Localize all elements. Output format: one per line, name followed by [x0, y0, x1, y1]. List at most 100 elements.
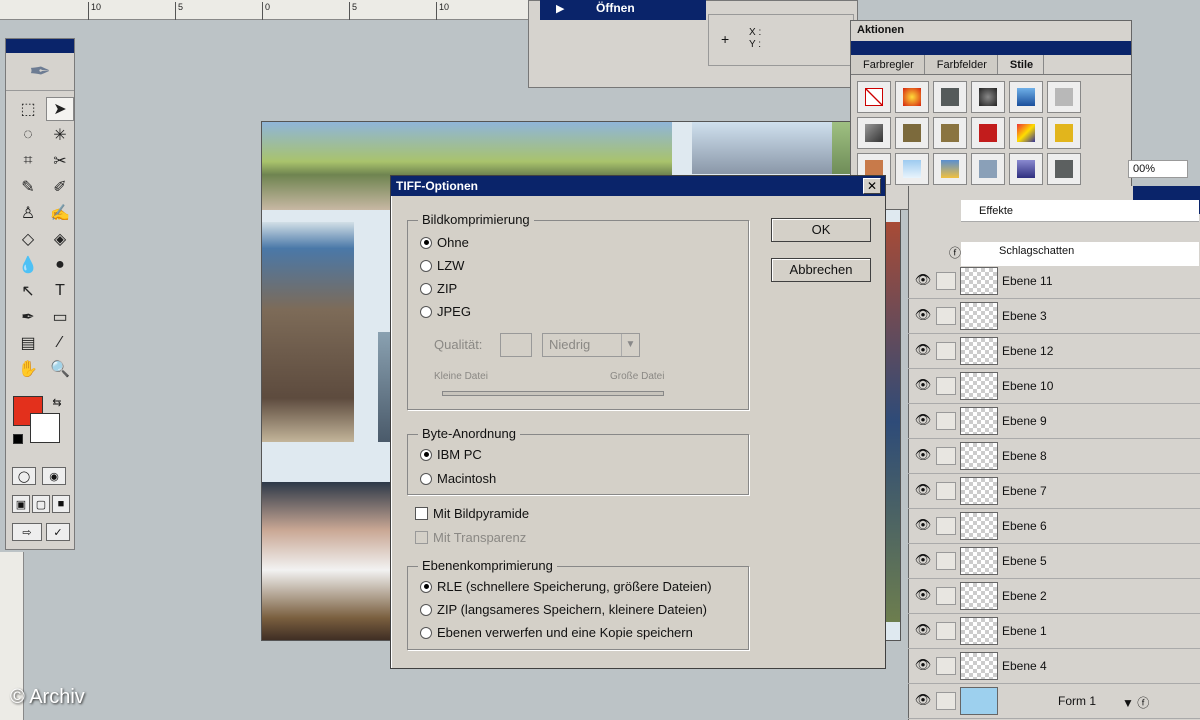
link-toggle[interactable]: [936, 307, 956, 325]
move-tool-icon[interactable]: ➤: [46, 97, 74, 121]
edit-in-imageready-button[interactable]: ✓: [46, 523, 70, 541]
swap-colors-icon[interactable]: ⇆: [50, 395, 64, 409]
eye-icon[interactable]: 👁: [912, 517, 934, 535]
brush-tool-icon[interactable]: ✐: [46, 175, 74, 199]
eye-icon[interactable]: 👁: [912, 377, 934, 395]
layer-row[interactable]: 👁 Ebene 9: [908, 404, 1200, 439]
history-brush-tool-icon[interactable]: ✍: [46, 201, 74, 225]
style-swatch[interactable]: [895, 81, 929, 113]
eye-icon[interactable]: 👁: [912, 622, 934, 640]
style-swatch[interactable]: [1047, 153, 1081, 185]
background-color-swatch[interactable]: [30, 413, 60, 443]
jump-to-imageready-button[interactable]: ⇨: [12, 523, 42, 541]
close-icon[interactable]: ✕: [863, 178, 881, 194]
link-toggle[interactable]: [936, 377, 956, 395]
layer-row[interactable]: 👁 Ebene 1: [908, 614, 1200, 649]
layer-row[interactable]: 👁 Ebene 7: [908, 474, 1200, 509]
layer-row[interactable]: 👁 Ebene 10: [908, 369, 1200, 404]
layer-row[interactable]: 👁 Ebene 12: [908, 334, 1200, 369]
screen-mode-full-menu-button[interactable]: ▢: [32, 495, 50, 513]
layer-row[interactable]: 👁 Ebene 4: [908, 649, 1200, 684]
dodge-tool-icon[interactable]: ●: [46, 253, 74, 277]
link-toggle[interactable]: [936, 517, 956, 535]
eye-icon[interactable]: 👁: [912, 272, 934, 290]
layer-row[interactable]: 👁 Ebene 2: [908, 579, 1200, 614]
style-swatch[interactable]: [971, 81, 1005, 113]
standard-mode-button[interactable]: ◯: [12, 467, 36, 485]
default-colors-icon[interactable]: [13, 434, 23, 444]
toolbox-titlebar[interactable]: [6, 39, 74, 53]
style-swatch[interactable]: [933, 117, 967, 149]
link-toggle[interactable]: [936, 552, 956, 570]
stamp-tool-icon[interactable]: ♙: [14, 201, 42, 225]
link-toggle[interactable]: [936, 272, 956, 290]
eye-icon[interactable]: 👁: [912, 657, 934, 675]
eye-icon[interactable]: 👁: [912, 447, 934, 465]
layer-row[interactable]: 👁 Ebene 5: [908, 544, 1200, 579]
blur-tool-icon[interactable]: 💧: [14, 253, 42, 277]
link-toggle[interactable]: [936, 692, 956, 710]
eye-icon[interactable]: 👁: [912, 587, 934, 605]
dialog-titlebar[interactable]: TIFF-Optionen: [391, 176, 885, 196]
layer-row[interactable]: 👁 Ebene 3: [908, 299, 1200, 334]
style-swatch[interactable]: [933, 153, 967, 185]
quality-slider-track[interactable]: [442, 391, 664, 396]
pen-tool-icon[interactable]: ✒: [14, 305, 42, 329]
tab-swatches[interactable]: Farbfelder: [924, 55, 998, 74]
ok-button[interactable]: OK: [771, 218, 871, 242]
panel-titlebar[interactable]: [851, 41, 1131, 55]
style-swatch[interactable]: [895, 117, 929, 149]
eye-icon[interactable]: 👁: [912, 552, 934, 570]
chevron-down-icon[interactable]: ▼: [621, 334, 639, 356]
quality-input[interactable]: [500, 333, 532, 357]
radio-button[interactable]: [420, 282, 432, 295]
slice-tool-icon[interactable]: ✂: [46, 149, 74, 173]
notes-tool-icon[interactable]: ▤: [14, 331, 42, 355]
radio-button[interactable]: [420, 603, 432, 616]
transparency-checkbox[interactable]: Mit Transparenz: [415, 530, 526, 545]
eye-icon[interactable]: 👁: [912, 482, 934, 500]
radio-button[interactable]: [420, 472, 432, 485]
eye-icon[interactable]: 👁: [912, 307, 934, 325]
style-swatch[interactable]: [857, 117, 891, 149]
link-toggle[interactable]: [936, 657, 956, 675]
type-tool-icon[interactable]: T: [46, 279, 74, 303]
style-swatch[interactable]: [1047, 117, 1081, 149]
cancel-button[interactable]: Abbrechen: [771, 258, 871, 282]
effects-row[interactable]: Effekte: [961, 200, 1199, 222]
layer-row[interactable]: 👁 Ebene 11: [908, 264, 1200, 299]
drop-shadow-row[interactable]: Schlagschatten: [961, 242, 1199, 266]
style-swatch-none[interactable]: [857, 81, 891, 113]
checkbox[interactable]: [415, 507, 428, 520]
link-toggle[interactable]: [936, 482, 956, 500]
link-toggle[interactable]: [936, 447, 956, 465]
byte-order-option-mac[interactable]: Macintosh: [420, 471, 496, 486]
eye-icon[interactable]: 👁: [912, 342, 934, 360]
tab-styles[interactable]: Stile: [997, 55, 1045, 74]
path-select-tool-icon[interactable]: ↖: [14, 279, 42, 303]
compression-option-jpeg[interactable]: JPEG: [420, 304, 471, 319]
layer-compression-option-zip[interactable]: ZIP (langsameres Speichern, kleinere Dat…: [420, 602, 707, 617]
layer-compression-option-rle[interactable]: RLE (schnellere Speicherung, größere Dat…: [420, 579, 712, 594]
layer-effects-icon[interactable]: ▼ ⓕ: [1122, 694, 1149, 711]
link-toggle[interactable]: [936, 587, 956, 605]
zoom-tool-icon[interactable]: 🔍: [46, 357, 74, 381]
radio-button[interactable]: [420, 259, 432, 272]
style-swatch[interactable]: [971, 153, 1005, 185]
layer-row-shape[interactable]: 👁 Form 1 ▼ ⓕ: [908, 684, 1200, 719]
feather-logo-icon[interactable]: ✒: [6, 53, 74, 91]
style-swatch[interactable]: [933, 81, 967, 113]
crop-tool-icon[interactable]: ⌗: [14, 149, 42, 173]
healing-brush-tool-icon[interactable]: ✎: [14, 175, 42, 199]
radio-button[interactable]: [420, 448, 432, 461]
quality-select[interactable]: Niedrig ▼: [542, 333, 640, 357]
link-toggle[interactable]: [936, 622, 956, 640]
style-swatch[interactable]: [1009, 153, 1043, 185]
quickmask-mode-button[interactable]: ◉: [42, 467, 66, 485]
screen-mode-standard-button[interactable]: ▣: [12, 495, 30, 513]
style-swatch[interactable]: [971, 117, 1005, 149]
link-toggle[interactable]: [936, 342, 956, 360]
eraser-tool-icon[interactable]: ◇: [14, 227, 42, 251]
checkbox[interactable]: [415, 531, 428, 544]
style-swatch[interactable]: [1009, 117, 1043, 149]
